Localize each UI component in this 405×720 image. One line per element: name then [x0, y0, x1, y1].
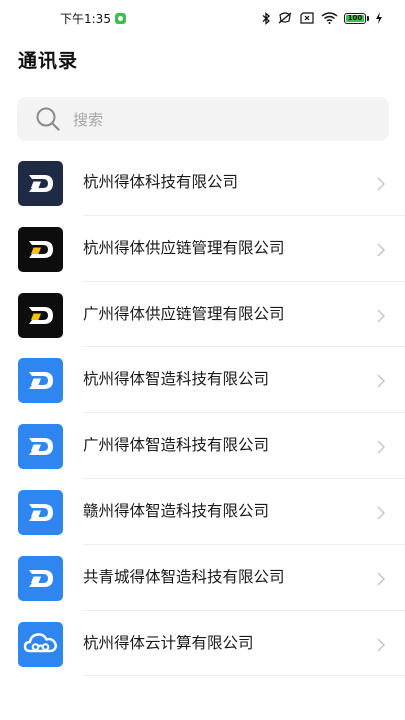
d-logo-blue-icon	[18, 358, 63, 404]
list-item[interactable]: 杭州得体科技有限公司	[0, 150, 405, 216]
charging-icon	[375, 12, 383, 24]
list-item[interactable]: 广州得体智造科技有限公司	[0, 413, 405, 479]
d-logo-blue-icon	[18, 555, 63, 601]
list-item[interactable]: 赣州得体智造科技有限公司	[0, 479, 405, 545]
status-time: 下午1:35	[60, 11, 111, 26]
search-input[interactable]: 搜索	[17, 97, 389, 141]
battery-body: 100	[344, 12, 366, 24]
battery-tip	[367, 15, 369, 21]
list-item[interactable]: 广州得体供应链管理有限公司	[0, 282, 405, 348]
chevron-right-icon	[377, 308, 385, 323]
status-right: 100	[262, 11, 383, 25]
d-logo-navy-icon	[18, 161, 63, 206]
list-item[interactable]: 共青城得体智造科技有限公司	[0, 545, 405, 611]
company-list: 杭州得体科技有限公司 杭州得体供应链管理有限公司 广州得体供应链管理有限公司 杭…	[0, 150, 405, 677]
chevron-right-icon	[377, 637, 385, 652]
search-placeholder: 搜索	[73, 110, 104, 129]
battery-indicator: 100	[344, 12, 369, 24]
battery-level: 100	[346, 13, 364, 22]
company-name: 杭州得体供应链管理有限公司	[83, 238, 285, 257]
divider	[83, 675, 405, 677]
company-name: 杭州得体云计算有限公司	[83, 633, 254, 652]
list-item[interactable]: 杭州得体云计算有限公司	[0, 611, 405, 677]
company-name: 赣州得体智造科技有限公司	[83, 501, 270, 520]
status-left: 下午1:35	[60, 10, 126, 27]
page-title: 通讯录	[18, 50, 79, 72]
company-name: 广州得体供应链管理有限公司	[83, 304, 285, 323]
d-logo-blue-icon	[18, 424, 63, 470]
contacts-screen: 下午1:35 100 通讯录 搜索 杭州得体科技有限公司 杭州得体供应链管理有限…	[0, 0, 405, 720]
chevron-right-icon	[377, 571, 385, 586]
wechat-notification-icon	[114, 12, 126, 24]
chevron-right-icon	[377, 505, 385, 520]
status-bar: 下午1:35 100	[0, 0, 405, 36]
d-logo-blue-icon	[18, 489, 63, 535]
list-item[interactable]: 杭州得体智造科技有限公司	[0, 347, 405, 414]
company-name: 共青城得体智造科技有限公司	[83, 567, 285, 586]
list-item[interactable]: 杭州得体供应链管理有限公司	[0, 216, 405, 282]
d-logo-black-yellow-icon	[18, 226, 63, 272]
chevron-right-icon	[377, 373, 385, 388]
no-sim-icon	[299, 12, 315, 24]
search-icon	[35, 106, 61, 132]
bluetooth-icon	[262, 11, 271, 25]
vibrate-off-icon	[277, 11, 293, 25]
d-logo-black-yellow-icon	[18, 292, 63, 338]
wifi-icon	[321, 12, 338, 24]
cloud-logo-blue-icon	[18, 621, 63, 667]
chevron-right-icon	[377, 176, 385, 191]
chevron-right-icon	[377, 439, 385, 454]
company-name: 杭州得体智造科技有限公司	[83, 370, 270, 389]
company-name: 广州得体智造科技有限公司	[83, 436, 270, 455]
chevron-right-icon	[377, 242, 385, 257]
company-name: 杭州得体科技有限公司	[83, 173, 239, 191]
